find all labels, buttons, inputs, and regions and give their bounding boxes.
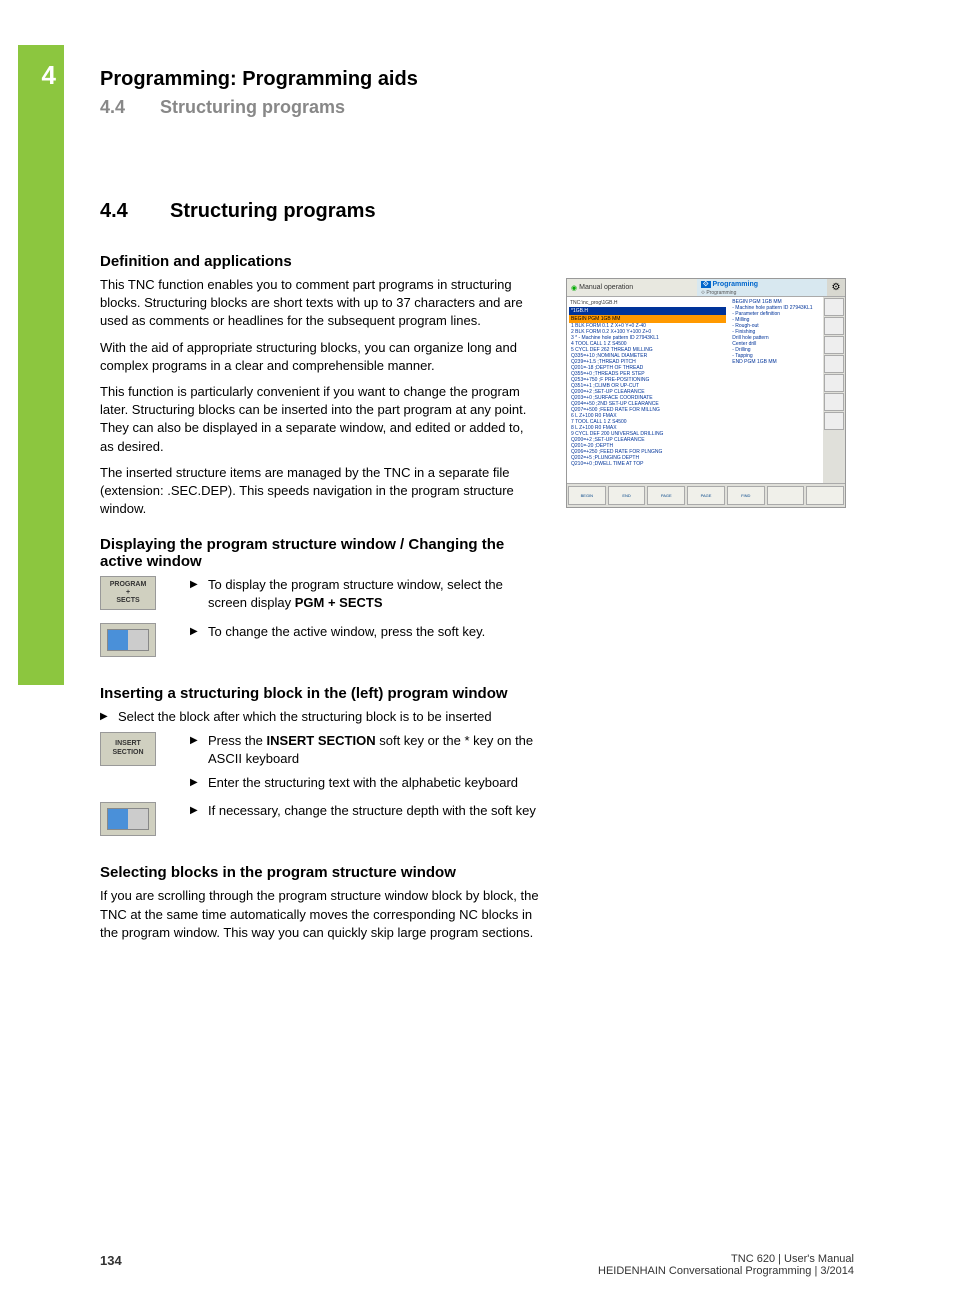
ss-softkey: END [608, 486, 646, 505]
step-item: Select the block after which the structu… [100, 708, 540, 726]
ss-highlight: *1GB.H [569, 307, 726, 315]
ss-side-button [824, 355, 844, 373]
softkey-insert-section: INSERT SECTION [100, 732, 156, 766]
ss-softkey: FIND [727, 486, 765, 505]
subsection-title: Selecting blocks in the program structur… [100, 864, 540, 881]
step-item: Enter the structuring text with the alph… [190, 774, 540, 792]
ss-program-line: Q210=+0 ;DWELL TIME AT TOP [569, 461, 726, 467]
subsection-title: Definition and applications [100, 253, 540, 270]
header-title: Programming: Programming aids [100, 68, 418, 91]
ss-mode-left: ◉Manual operation [567, 279, 697, 296]
ss-softkey: BEGIN [568, 486, 606, 505]
gear-icon: ⚙ [827, 279, 845, 296]
section-title: 4.4Structuring programs [100, 200, 540, 223]
ss-softkey [806, 486, 844, 505]
step-item: To change the active window, press the s… [190, 623, 540, 641]
subsection-title: Inserting a structuring block in the (le… [100, 685, 540, 702]
ss-program-window: TNC:\nc_prog\1GB.H *1GB.H BEGIN PGM 1GB … [567, 297, 728, 483]
ss-softkey: PAGE [647, 486, 685, 505]
ss-titlebar: ◉Manual operation ⟐ Programming ⟐ Progra… [567, 279, 845, 297]
step-row: If necessary, change the structure depth… [100, 802, 540, 836]
chapter-number: 4 [18, 60, 64, 91]
step-item: Press the INSERT SECTION soft key or the… [190, 732, 540, 768]
ss-side-button [824, 336, 844, 354]
ss-side-button [824, 317, 844, 335]
main-content: 4.4Structuring programs Definition and a… [100, 200, 540, 950]
ss-sidebar [823, 297, 845, 483]
page-footer: 134 TNC 620 | User's Manual HEIDENHAIN C… [100, 1253, 854, 1277]
tnc-screenshot: ◉Manual operation ⟐ Programming ⟐ Progra… [566, 278, 846, 508]
ss-softkey [767, 486, 805, 505]
ss-side-button [824, 412, 844, 430]
ss-side-button [824, 374, 844, 392]
ss-structure-line: END PGM 1GB MM [730, 359, 821, 365]
step-row: PROGRAM + SECTS To display the program s… [100, 576, 540, 618]
softkey-pgm-sects: PROGRAM + SECTS [100, 576, 156, 610]
step-row: To change the active window, press the s… [100, 623, 540, 657]
ss-mode-right: ⟐ Programming ⟐ Programming [697, 279, 827, 296]
ss-side-button [824, 393, 844, 411]
header-subtitle: 4.4Structuring programs [100, 97, 418, 118]
ss-path: TNC:\nc_prog\1GB.H [569, 299, 726, 307]
paragraph: The inserted structure items are managed… [100, 464, 540, 519]
step-row: INSERT SECTION Press the INSERT SECTION … [100, 732, 540, 799]
ss-structure-window: BEGIN PGM 1GB MM- Machine hole pattern I… [728, 297, 823, 483]
paragraph: With the aid of appropriate structuring … [100, 339, 540, 375]
ss-softkey-row: BEGINENDPAGEPAGEFIND [567, 483, 845, 507]
paragraph: This function is particularly convenient… [100, 383, 540, 456]
subsection-title: Displaying the program structure window … [100, 536, 540, 570]
softkey-window-icon [100, 623, 156, 657]
ss-softkey: PAGE [687, 486, 725, 505]
softkey-depth-icon [100, 802, 156, 836]
chapter-tab [18, 45, 64, 685]
page-number: 134 [100, 1253, 122, 1268]
step-item: If necessary, change the structure depth… [190, 802, 540, 820]
ss-side-button [824, 298, 844, 316]
paragraph: This TNC function enables you to comment… [100, 276, 540, 331]
step-item: To display the program structure window,… [190, 576, 540, 612]
ss-highlight-line: BEGIN PGM 1GB MM [569, 315, 726, 323]
page-header: Programming: Programming aids 4.4Structu… [100, 68, 418, 118]
paragraph: If you are scrolling through the program… [100, 887, 540, 942]
